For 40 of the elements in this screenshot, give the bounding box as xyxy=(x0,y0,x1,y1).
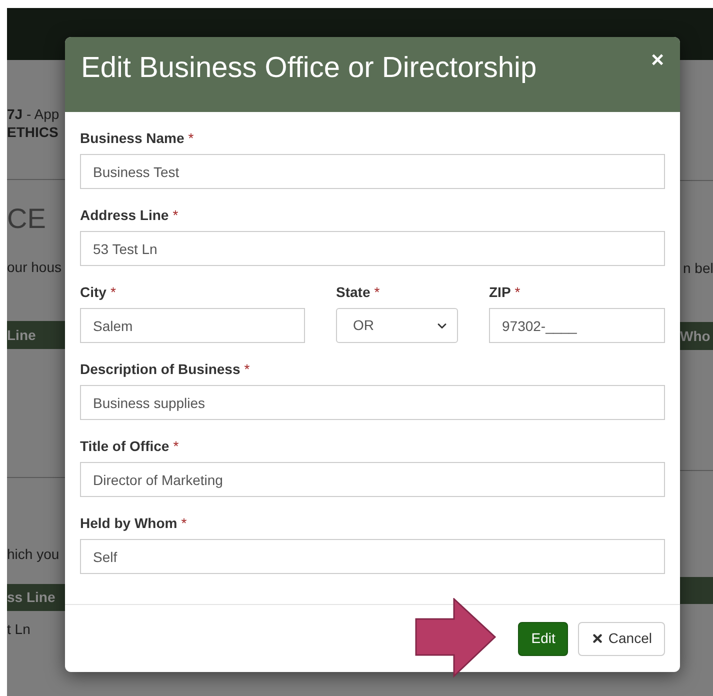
required-mark: * xyxy=(514,283,520,301)
section-heading: CE xyxy=(7,202,47,236)
page-header-text: 7J - App xyxy=(7,105,60,123)
section-text: hich you xyxy=(7,545,60,563)
dialog-title: Edit Business Office or Directorship xyxy=(81,51,537,86)
input-field[interactable]: 97302-____ xyxy=(489,308,665,343)
state-select[interactable]: OR xyxy=(336,308,458,343)
field-label: State xyxy=(336,283,370,301)
input-field[interactable]: Business Test xyxy=(80,154,665,189)
column-header: Line xyxy=(7,326,36,344)
input-field[interactable]: Business supplies xyxy=(80,385,665,420)
column-header: ss Line xyxy=(7,588,56,607)
field-label: City xyxy=(80,283,106,301)
cancel-button[interactable]: Cancel xyxy=(578,622,665,656)
required-mark: * xyxy=(173,437,179,455)
required-mark: * xyxy=(374,283,380,301)
field-label: Address Line xyxy=(80,206,169,224)
field-label: Business Name xyxy=(80,129,184,147)
required-mark: * xyxy=(244,360,250,378)
field-label: Held by Whom xyxy=(80,514,178,532)
input-field[interactable]: Salem xyxy=(80,308,305,343)
close-button[interactable]: × xyxy=(651,49,664,71)
field-label: Description of Business xyxy=(80,360,240,378)
required-mark: * xyxy=(181,514,187,532)
close-icon xyxy=(591,632,604,645)
edit-button[interactable]: Edit xyxy=(518,622,568,656)
page-subheader: ETHICS xyxy=(7,123,60,141)
required-mark: * xyxy=(110,283,116,301)
field-label: ZIP xyxy=(489,283,511,301)
table-header xyxy=(680,577,713,604)
required-mark: * xyxy=(172,206,178,224)
input-field[interactable]: Director of Marketing xyxy=(80,462,665,497)
intro-text: our hous xyxy=(7,258,62,276)
table-cell-text: t Ln xyxy=(7,620,32,638)
intro-text: n bel xyxy=(682,259,713,277)
input-field[interactable]: 53 Test Ln xyxy=(80,231,665,266)
field-label: Title of Office xyxy=(80,437,170,455)
column-header: Who xyxy=(680,326,710,346)
required-mark: * xyxy=(188,129,194,147)
input-field[interactable]: Self xyxy=(80,539,665,574)
